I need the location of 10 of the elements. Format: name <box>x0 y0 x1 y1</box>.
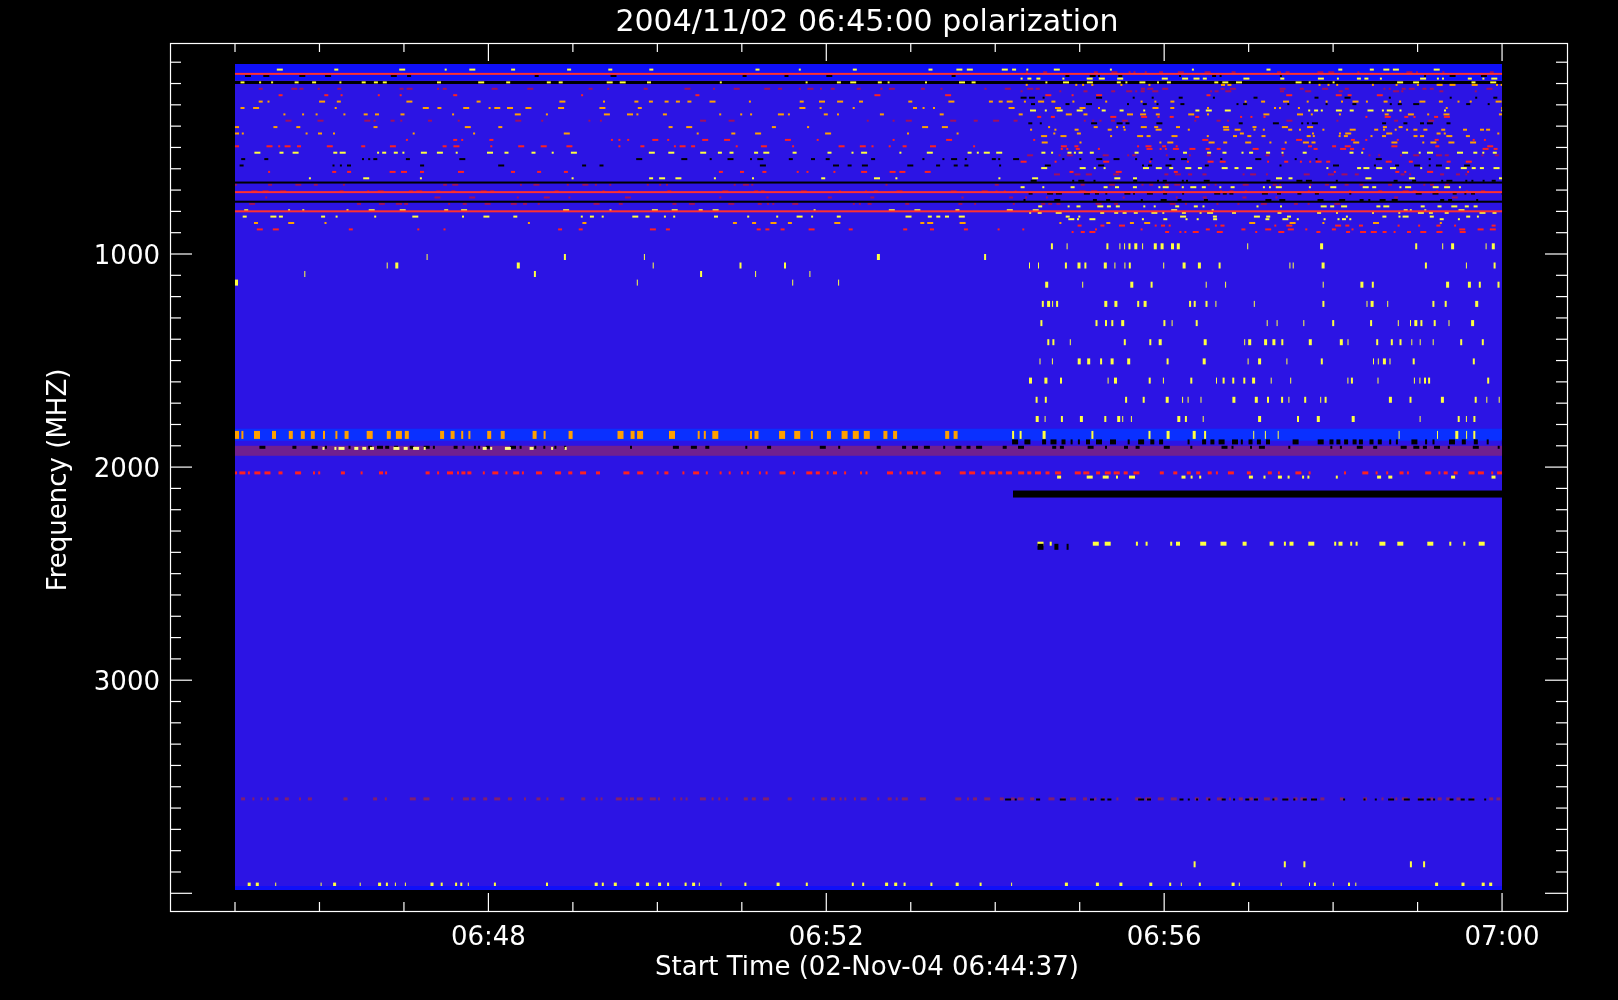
y-tick-label: 3000 <box>93 666 160 697</box>
x-tick-label: 06:52 <box>788 921 864 951</box>
y-tick-label: 1000 <box>93 240 160 270</box>
y-tick-label: 2000 <box>93 453 160 484</box>
x-tick-label: 06:56 <box>1126 921 1202 951</box>
x-tick-label: 07:00 <box>1464 921 1540 951</box>
y-axis-title: Frequency (MHZ) <box>42 368 72 592</box>
chart-title: 2004/11/02 06:45:00 polarization <box>615 3 1119 38</box>
x-axis-title: Start Time (02-Nov-04 06:44:37) <box>655 951 1079 981</box>
x-tick-label: 06:48 <box>450 921 526 951</box>
